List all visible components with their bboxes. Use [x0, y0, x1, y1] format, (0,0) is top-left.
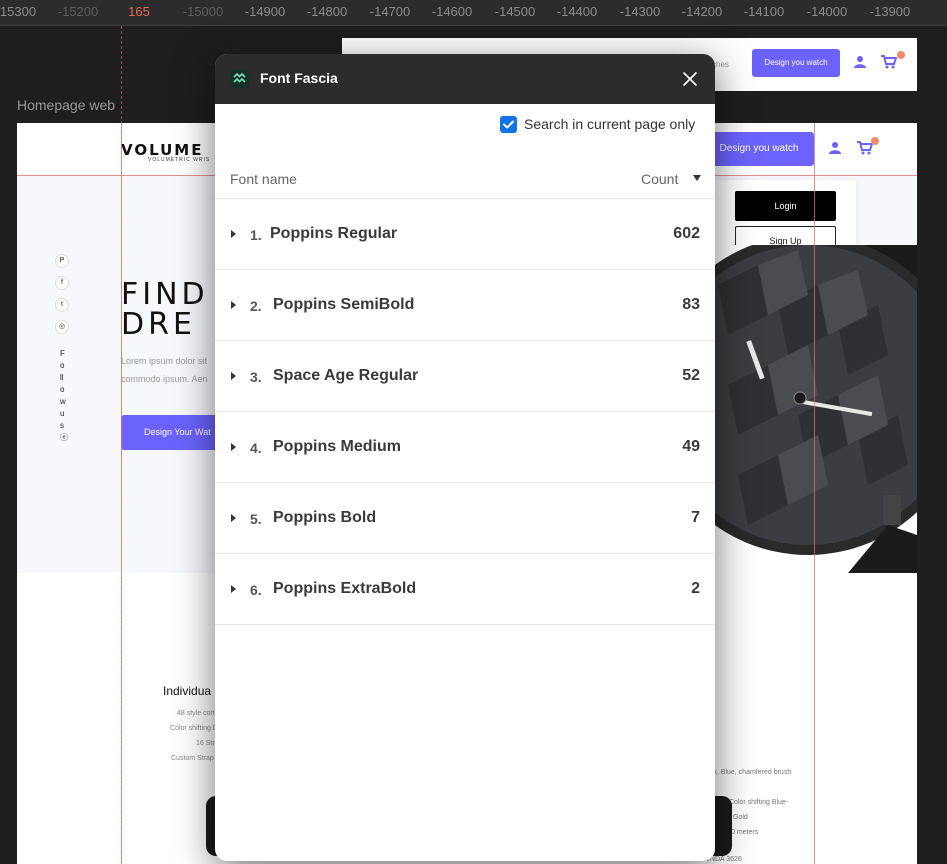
- ruler-label: -14300: [619, 4, 661, 19]
- font-fascia-dialog: Font Fascia Search in current page only …: [215, 54, 715, 861]
- font-row[interactable]: 6. Poppins ExtraBold 2: [215, 554, 715, 625]
- font-fascia-logo-icon: [230, 69, 249, 88]
- layout-guide: [121, 123, 122, 864]
- layout-guide: [814, 123, 815, 864]
- ruler-label: -13900: [869, 4, 911, 19]
- font-count: 83: [682, 296, 700, 313]
- hero-text-line: commodo ipsum. Aen: [121, 374, 208, 384]
- ruler-label: -15200: [57, 4, 99, 19]
- expand-arrow-icon[interactable]: [231, 372, 236, 380]
- expand-arrow-icon[interactable]: [231, 443, 236, 451]
- ruler-label: -15000: [182, 4, 224, 19]
- ruler-label-selection: 165: [128, 4, 150, 19]
- ruler-label: -14700: [369, 4, 411, 19]
- font-count: 2: [691, 580, 700, 597]
- font-index: 5.: [250, 511, 262, 527]
- font-row[interactable]: 3. Space Age Regular 52: [215, 341, 715, 412]
- expand-arrow-icon[interactable]: [231, 230, 236, 238]
- column-header-count[interactable]: Count: [641, 171, 678, 187]
- font-count: 7: [691, 509, 700, 526]
- font-name: Poppins Medium: [273, 438, 401, 455]
- close-icon[interactable]: [680, 69, 700, 89]
- dialog-title: Font Fascia: [260, 70, 338, 86]
- horizontal-ruler: 15300 -15200 165 -15000 -14900 -14800 -1…: [0, 0, 947, 26]
- ruler-label: -14800: [306, 4, 348, 19]
- checkmark-icon: [503, 120, 514, 129]
- cart-badge: [871, 137, 879, 145]
- feature-text: Color shifting D: [170, 725, 218, 732]
- feature-text: 0 meters: [731, 829, 759, 836]
- font-index: 4.: [250, 440, 262, 456]
- table-header: Font name Count: [215, 163, 715, 199]
- search-current-page-label[interactable]: Search in current page only: [524, 116, 695, 132]
- dialog-header[interactable]: Font Fascia: [215, 54, 715, 104]
- design-watch-button-header[interactable]: Design you watch: [704, 132, 814, 166]
- cart-badge: [897, 51, 905, 59]
- feature-text: ack, Blue, chamfered brush: [706, 769, 792, 776]
- logo-subtext: VOLUMETRIC WRIS: [148, 157, 211, 163]
- ruler-label: -14600: [431, 4, 473, 19]
- section-title: Individua: [163, 684, 212, 698]
- hero-title: FIND DRE: [121, 280, 209, 340]
- font-index: 2.: [250, 298, 262, 314]
- font-count: 52: [682, 367, 700, 384]
- expand-arrow-icon[interactable]: [231, 514, 236, 522]
- expand-arrow-icon[interactable]: [231, 301, 236, 309]
- feature-text: Color shifting Blue-: [729, 799, 789, 806]
- user-icon[interactable]: [853, 55, 867, 74]
- font-index: 3.: [250, 369, 262, 385]
- font-count: 602: [673, 225, 700, 242]
- hero-title-line: DRE: [121, 307, 196, 342]
- sort-down-icon[interactable]: [693, 175, 701, 181]
- font-index: 6.: [250, 582, 262, 598]
- font-name: Space Age Regular: [273, 367, 419, 384]
- search-current-page-checkbox[interactable]: [500, 116, 517, 133]
- font-row[interactable]: 4. Poppins Medium 49: [215, 412, 715, 483]
- ruler-label: 15300: [0, 4, 37, 19]
- font-row[interactable]: 5. Poppins Bold 7: [215, 483, 715, 554]
- feature-text: Gold: [733, 814, 748, 821]
- font-name: Poppins ExtraBold: [273, 580, 417, 597]
- feature-text: Custom Strap: [171, 755, 214, 762]
- ruler-label: -14500: [494, 4, 536, 19]
- figma-canvas[interactable]: 15300 -15200 165 -15000 -14900 -14800 -1…: [0, 0, 947, 864]
- frame-label[interactable]: Homepage web: [17, 97, 115, 113]
- font-name: Poppins Bold: [273, 509, 377, 526]
- facebook-icon[interactable]: f: [55, 276, 69, 290]
- user-icon[interactable]: [828, 141, 842, 160]
- feature-text: 48 style com: [177, 710, 217, 717]
- cart-icon[interactable]: [857, 141, 874, 160]
- pinterest-icon[interactable]: P: [55, 254, 69, 268]
- expand-arrow-icon[interactable]: [231, 585, 236, 593]
- design-watch-button-top[interactable]: Design you watch: [752, 49, 840, 77]
- column-header-font-name[interactable]: Font name: [230, 171, 297, 187]
- ruler-label: -14000: [806, 4, 848, 19]
- font-row[interactable]: 2. Poppins SemiBold 83: [215, 270, 715, 341]
- instagram-icon[interactable]: ◎: [55, 320, 69, 334]
- cart-icon[interactable]: [881, 55, 898, 74]
- ruler-label: -14100: [743, 4, 785, 19]
- hero-text-line: Lorem ipsum dolor sit: [121, 356, 208, 366]
- twitter-icon[interactable]: t: [55, 298, 69, 312]
- hero-description: Lorem ipsum dolor sit commodo ipsum. Aen: [121, 352, 208, 388]
- watch-product-image: [698, 245, 917, 573]
- ruler-label: -14400: [556, 4, 598, 19]
- font-name: Poppins Regular: [270, 225, 398, 242]
- hero-title-line: FIND: [121, 277, 209, 312]
- ruler-label: -14200: [681, 4, 723, 19]
- login-button[interactable]: Login: [735, 191, 836, 221]
- ruler-label: -14900: [244, 4, 286, 19]
- font-name: Poppins SemiBold: [273, 296, 415, 313]
- feature-text: 16 Str: [196, 740, 215, 747]
- font-row[interactable]: 1. Poppins Regular 602: [215, 199, 715, 270]
- follow-us-vertical-text: Follow us ⓔ: [60, 349, 68, 442]
- font-count: 49: [682, 438, 700, 455]
- font-index: 1.: [250, 227, 262, 243]
